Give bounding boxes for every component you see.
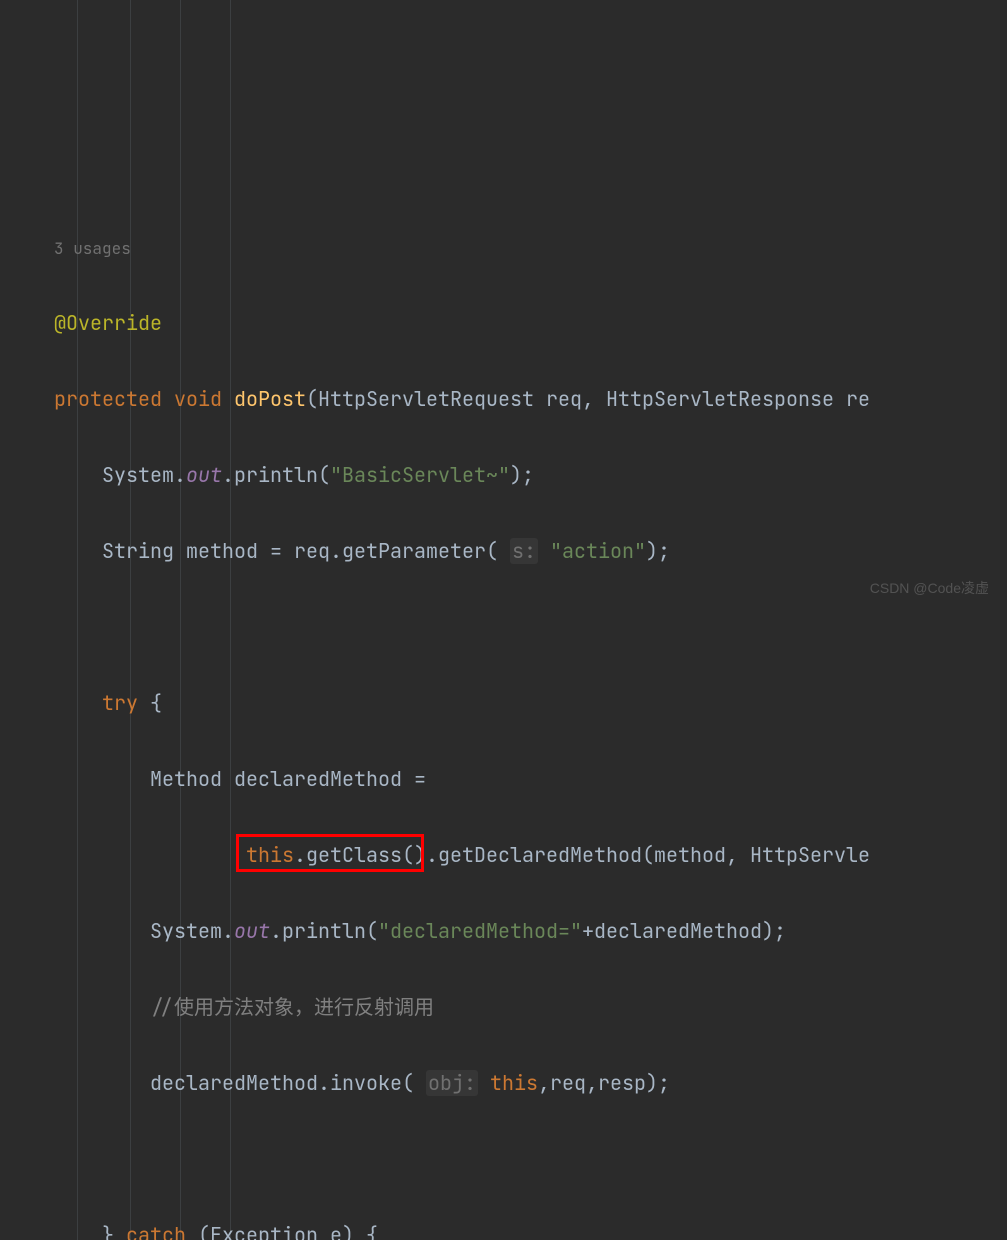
getclass-line: this.getClass().getDeclaredMethod(method…: [30, 836, 1007, 874]
try-line: try {: [30, 684, 1007, 722]
usages-hint: 3 usages: [30, 228, 1007, 266]
annotation-line: @Override: [30, 304, 1007, 342]
sysout-line-2: System.out.println("declaredMethod="+dec…: [30, 912, 1007, 950]
blank-line: [30, 608, 1007, 646]
comment-line: //使用方法对象，进行反射调用: [30, 988, 1007, 1026]
declared-method-line: Method declaredMethod =: [30, 760, 1007, 798]
sysout-line-1: System.out.println("BasicServlet~");: [30, 456, 1007, 494]
code-editor[interactable]: 3 usages @Override protected void doPost…: [30, 0, 1007, 1240]
blank-line-2: [30, 1140, 1007, 1178]
string-method-line: String method = req.getParameter( s: "ac…: [30, 532, 1007, 570]
method-signature: protected void doPost(HttpServletRequest…: [30, 380, 1007, 418]
catch-line: } catch (Exception e) {: [30, 1216, 1007, 1240]
invoke-line: declaredMethod.invoke( obj: this,req,res…: [30, 1064, 1007, 1102]
